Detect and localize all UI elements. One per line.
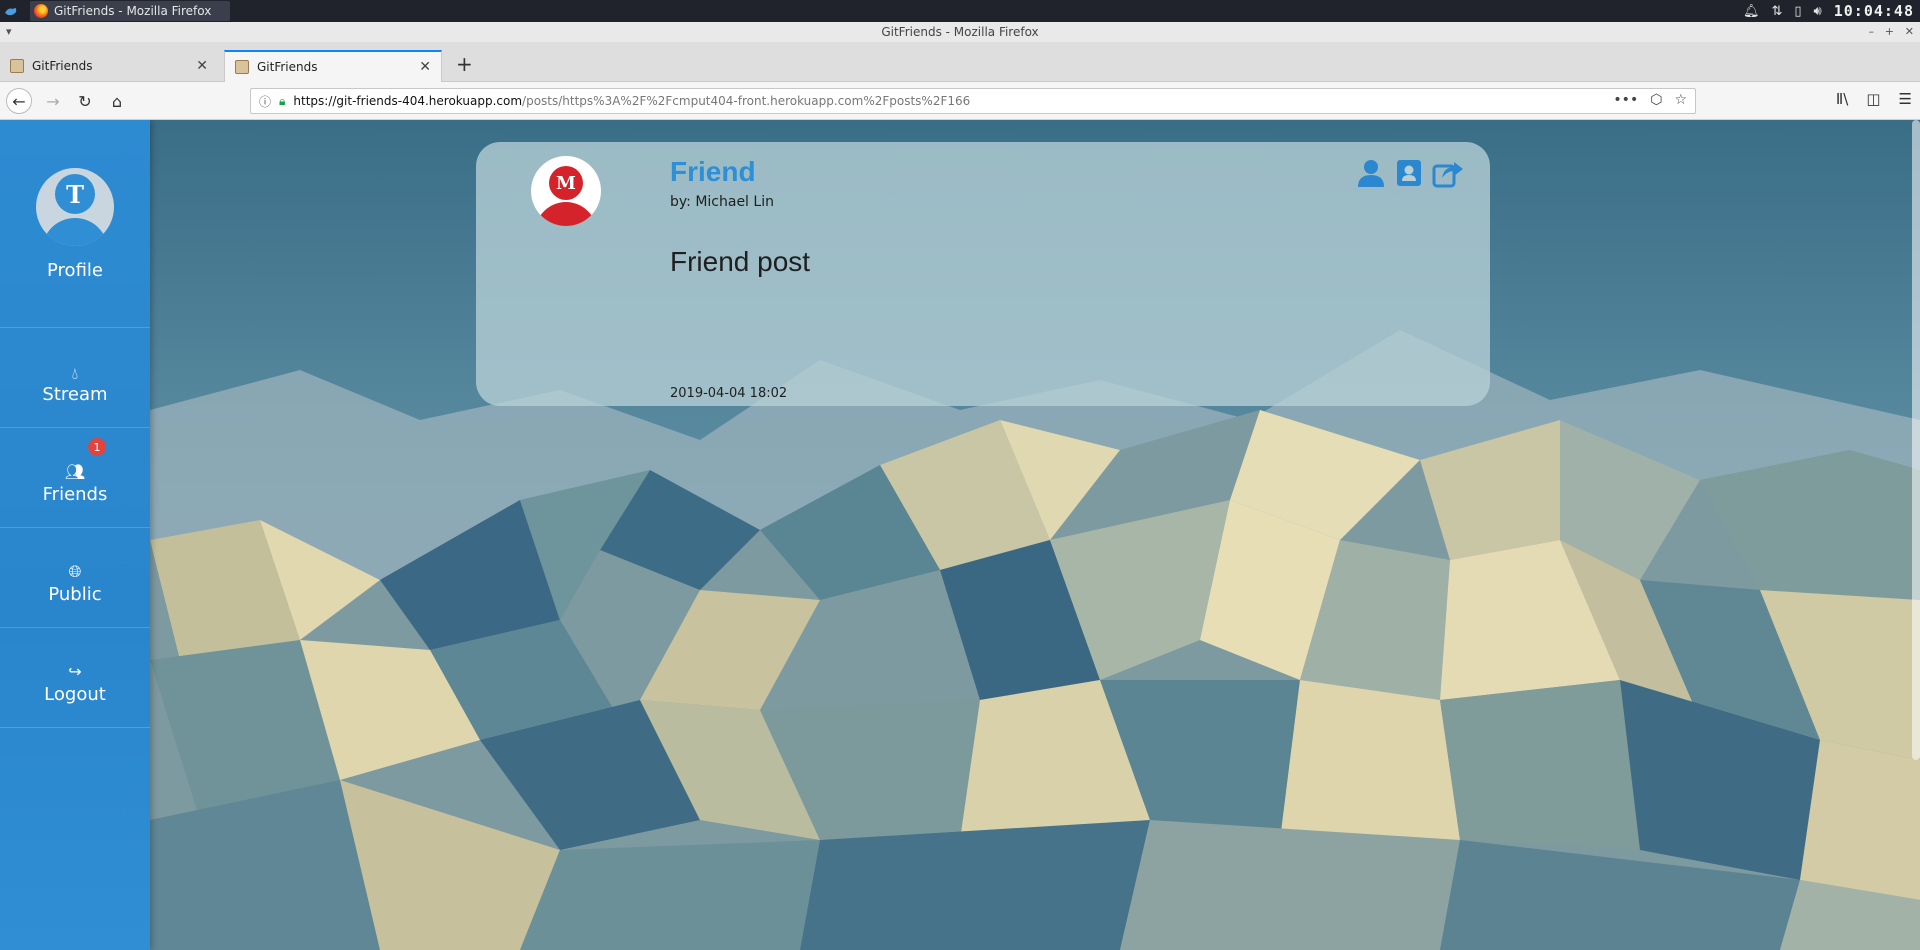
reload-button[interactable]: ↻ (72, 88, 98, 114)
page-actions-icon[interactable]: ••• (1613, 92, 1638, 108)
tab-strip: GitFriends ✕ GitFriends ✕ + (0, 42, 1920, 82)
sidebar-item-profile[interactable]: T Profile (0, 120, 150, 328)
users-icon: 👥︎ (64, 462, 86, 481)
profile-avatar[interactable]: T (36, 168, 114, 246)
tab-label: GitFriends (32, 59, 93, 73)
home-button[interactable]: ⌂ (104, 88, 130, 114)
post-actions (1356, 158, 1464, 188)
share-icon[interactable] (1432, 158, 1464, 188)
page-viewport: T Profile 💧︎ Stream 👥︎ Friends 1 🌐︎ Publ… (0, 120, 1920, 950)
taskbar-window-title: GitFriends - Mozilla Firefox (54, 4, 212, 18)
url-path: /posts/https%3A%2F%2Fcmput404-front.hero… (522, 94, 971, 108)
system-tray: 🔔︎ ⇅ ▯ 🔊︎ 10:04:48 (1743, 0, 1920, 22)
new-tab-button[interactable]: + (456, 52, 473, 76)
favicon-icon (235, 60, 249, 74)
firefox-icon (34, 4, 48, 18)
os-taskbar: GitFriends - Mozilla Firefox 🔔︎ ⇅ ▯ 🔊︎ 1… (0, 0, 1920, 22)
taskbar-window-button[interactable]: GitFriends - Mozilla Firefox (30, 1, 230, 21)
sidebar: T Profile 💧︎ Stream 👥︎ Friends 1 🌐︎ Publ… (0, 120, 150, 950)
sidebar-item-label: Logout (44, 684, 106, 705)
avatar-letter: T (55, 174, 95, 214)
post-card: M Friend by: Michael Lin Friend post 201… (476, 142, 1490, 406)
window-title: GitFriends - Mozilla Firefox (881, 25, 1039, 39)
url-bar[interactable]: ⓘ 🔒︎ https://git-friends-404.herokuapp.c… (250, 88, 1696, 114)
url-text[interactable]: https://git-friends-404.herokuapp.com/po… (293, 94, 970, 108)
clock[interactable]: 10:04:48 (1834, 2, 1914, 20)
favicon-icon (10, 59, 24, 73)
close-tab-icon[interactable]: ✕ (419, 59, 431, 75)
library-icon[interactable]: Ⅱ\ (1836, 90, 1848, 108)
tab-gitfriends-1[interactable]: GitFriends ✕ (0, 50, 218, 82)
post-author[interactable]: by: Michael Lin (670, 194, 774, 210)
post-title: Friend (670, 156, 756, 187)
post-date: 2019-04-04 18:02 (670, 386, 788, 401)
back-button[interactable]: ← (6, 88, 32, 114)
minimize-icon[interactable]: – (1869, 22, 1875, 42)
sidebar-item-public[interactable]: 🌐︎ Public (0, 528, 150, 628)
lock-icon[interactable]: 🔒︎ (279, 94, 285, 109)
close-window-icon[interactable]: ✕ (1905, 22, 1914, 42)
window-titlebar: ▾ GitFriends - Mozilla Firefox – + ✕ (0, 22, 1920, 42)
friend-request-badge[interactable]: 1 (88, 438, 106, 456)
sidebar-toggle-icon[interactable]: ◫ (1866, 90, 1880, 108)
sidebar-item-label: Friends (42, 484, 108, 505)
sidebar-item-stream[interactable]: 💧︎ Stream (0, 328, 150, 428)
page-scrollbar[interactable] (1912, 120, 1920, 760)
navigation-toolbar: ← → ↻ ⌂ ⓘ 🔒︎ https://git-friends-404.her… (0, 82, 1920, 120)
battery-icon[interactable]: ▯ (1794, 4, 1801, 19)
bookmark-star-icon[interactable]: ☆ (1674, 92, 1687, 108)
forward-button[interactable]: → (40, 88, 66, 114)
globe-icon: 🌐︎ (68, 562, 82, 581)
hamburger-menu-icon[interactable]: ☰ (1899, 90, 1912, 108)
sidebar-item-logout[interactable]: ↪ Logout (0, 628, 150, 728)
close-tab-icon[interactable]: ✕ (196, 58, 208, 74)
notification-bell-icon[interactable]: 🔔︎ (1743, 4, 1760, 19)
sidebar-item-label: Profile (47, 260, 103, 281)
tint-icon: 💧︎ (71, 364, 79, 383)
user-icon[interactable] (1356, 158, 1386, 188)
sidebar-item-label: Stream (42, 384, 108, 405)
sign-out-icon: ↪ (68, 662, 82, 681)
url-host: https://git-friends-404.herokuapp.com (293, 94, 523, 108)
avatar-body (535, 202, 597, 226)
maximize-icon[interactable]: + (1885, 22, 1894, 42)
pocket-icon[interactable]: ⬡ (1650, 92, 1662, 108)
avatar-letter: M (549, 166, 583, 200)
site-info-icon[interactable]: ⓘ (259, 93, 271, 110)
network-icon[interactable]: ⇅ (1771, 4, 1782, 19)
contact-card-icon[interactable] (1394, 158, 1424, 188)
post-content: Friend post (670, 246, 811, 277)
sidebar-item-friends[interactable]: 👥︎ Friends (0, 428, 150, 528)
window-menu-icon[interactable]: ▾ (6, 22, 12, 42)
sidebar-item-label: Public (48, 584, 102, 605)
post-author-avatar[interactable]: M (531, 156, 601, 226)
tab-label: GitFriends (257, 60, 318, 74)
tab-gitfriends-2[interactable]: GitFriends ✕ (224, 50, 442, 82)
avatar-body (42, 218, 108, 246)
volume-icon[interactable]: 🔊︎ (1814, 4, 1822, 19)
app-menu-icon[interactable] (4, 4, 18, 18)
